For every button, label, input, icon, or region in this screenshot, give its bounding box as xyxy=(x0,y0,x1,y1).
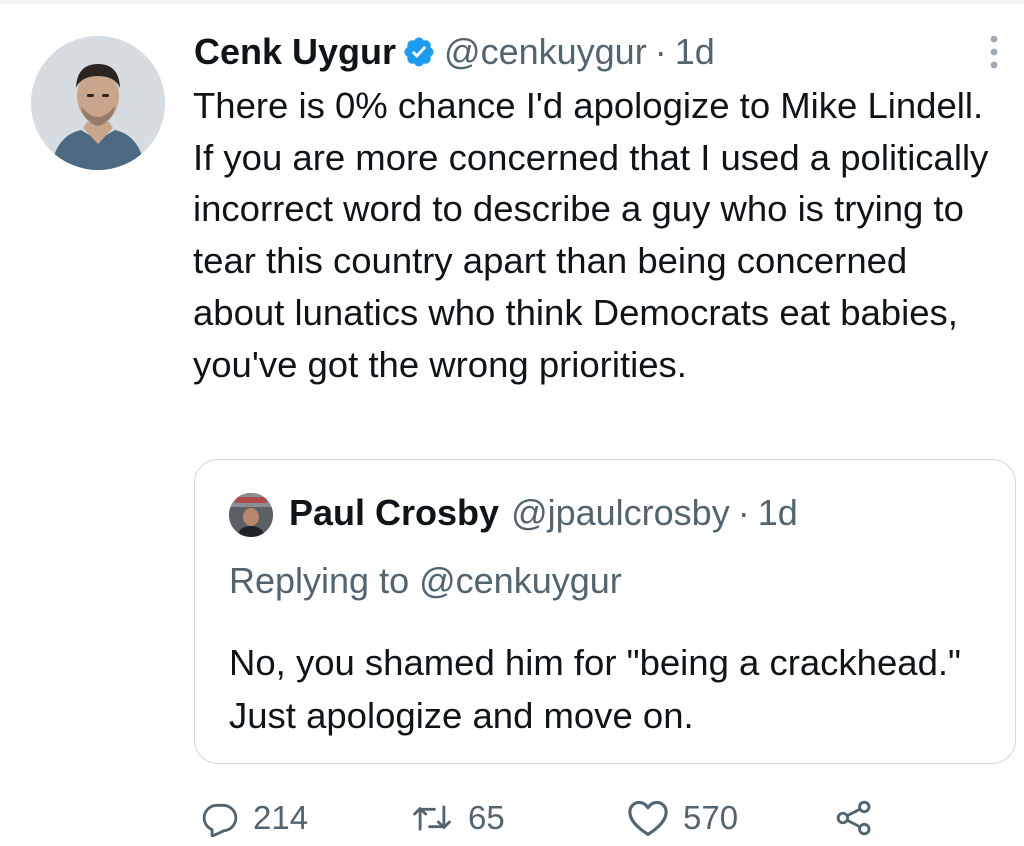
quoted-tweet-timestamp: 1d xyxy=(757,492,798,533)
tweet-action-bar: 214 65 570 xyxy=(0,790,1024,846)
author-avatar-image xyxy=(31,36,165,170)
quoted-tweet-text: No, you shamed him for "being a crackhea… xyxy=(229,642,961,736)
like-button[interactable]: 570 xyxy=(627,790,738,846)
quoted-header-separator: · xyxy=(737,492,750,533)
like-count: 570 xyxy=(683,799,739,836)
reply-icon xyxy=(202,803,238,837)
author-avatar[interactable] xyxy=(31,36,165,170)
reply-button[interactable]: 214 xyxy=(201,790,308,846)
retweet-count: 65 xyxy=(468,799,505,836)
author-handle[interactable]: @cenkuygur xyxy=(444,31,647,73)
verified-badge-icon xyxy=(402,35,436,69)
tweet-timestamp[interactable]: 1d xyxy=(675,31,715,73)
replying-to-label: Replying to @cenkuygur xyxy=(229,560,622,601)
quoted-author-avatar xyxy=(229,493,273,537)
share-button[interactable] xyxy=(835,790,873,846)
quoted-tweet-card[interactable]: Paul Crosby @jpaulcrosby · 1d Replying t… xyxy=(194,459,1016,764)
quoted-author-avatar-image xyxy=(229,493,273,537)
tweet-text: There is 0% chance I'd apologize to Mike… xyxy=(193,85,989,385)
reply-count: 214 xyxy=(253,799,309,836)
share-icon xyxy=(836,800,871,836)
quoted-author-name: Paul Crosby xyxy=(289,492,500,533)
header-separator: · xyxy=(654,31,667,72)
retweet-button[interactable]: 65 xyxy=(410,790,505,846)
retweet-icon xyxy=(413,805,451,831)
heart-icon xyxy=(628,800,668,836)
more-vertical-icon[interactable] xyxy=(982,32,1006,72)
tweet-header: Cenk Uygur @cenkuygur · 1d xyxy=(194,28,715,76)
quoted-author-handle: @jpaulcrosby xyxy=(511,492,730,533)
top-divider xyxy=(0,0,1024,4)
quoted-tweet-header: Paul Crosby @jpaulcrosby · 1d xyxy=(289,488,798,538)
author-name[interactable]: Cenk Uygur xyxy=(194,31,396,73)
